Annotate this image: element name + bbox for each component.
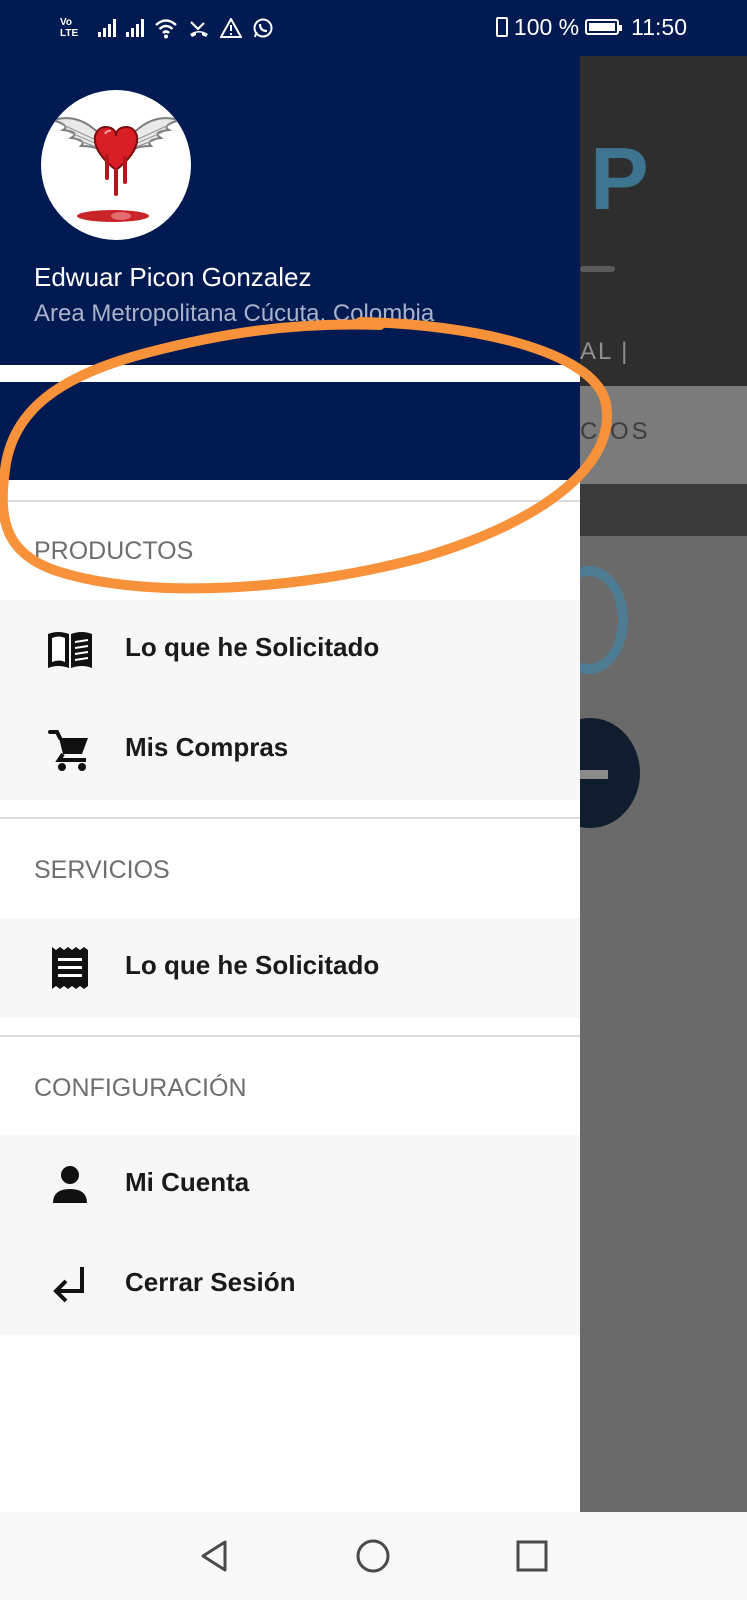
menu-item-label: Mis Compras bbox=[125, 732, 289, 762]
menu-item-productos-solicitado[interactable]: Lo que he Solicitado bbox=[0, 600, 580, 700]
wifi-icon bbox=[155, 19, 177, 39]
menu-item-cerrar-sesion[interactable]: Cerrar Sesión bbox=[0, 1235, 580, 1335]
shopping-cart-icon bbox=[48, 730, 88, 771]
back-triangle-icon[interactable] bbox=[193, 1534, 237, 1578]
warning-icon bbox=[220, 18, 242, 38]
divider bbox=[0, 817, 580, 819]
configuracion-group: Mi Cuenta Cerrar Sesión bbox=[0, 1135, 580, 1335]
book-open-icon bbox=[48, 632, 92, 668]
volte-indicator: Vo LTE bbox=[60, 17, 79, 39]
vibrate-icon bbox=[495, 17, 508, 37]
recents-square-icon[interactable] bbox=[510, 1534, 554, 1578]
menu-item-label: Lo que he Solicitado bbox=[125, 950, 380, 980]
home-circle-icon[interactable] bbox=[351, 1534, 395, 1578]
productos-group: Lo que he Solicitado Mis Compras bbox=[0, 600, 580, 800]
annotation-ellipse bbox=[0, 317, 612, 594]
clock: 11:50 bbox=[631, 13, 687, 40]
menu-item-mis-compras[interactable]: Mis Compras bbox=[0, 700, 580, 800]
signal-strength-2-icon bbox=[126, 19, 144, 37]
background-app-fab bbox=[580, 718, 640, 828]
menu-item-mi-cuenta[interactable]: Mi Cuenta bbox=[0, 1135, 580, 1235]
section-title-servicios: SERVICIOS bbox=[34, 856, 170, 884]
status-bar: Vo LTE 100 % 11:50 bbox=[0, 0, 747, 56]
menu-item-label: Mi Cuenta bbox=[125, 1167, 250, 1197]
battery-percent: 100 % bbox=[513, 13, 580, 40]
background-app-logo: P bbox=[590, 129, 649, 228]
section-title-configuracion: CONFIGURACIÓN bbox=[34, 1074, 247, 1102]
signal-strength-icon bbox=[98, 19, 116, 37]
winged-heart-avatar-icon bbox=[49, 117, 183, 222]
menu-item-label: Cerrar Sesión bbox=[125, 1267, 296, 1297]
system-navigation-bar bbox=[0, 1512, 747, 1600]
divider bbox=[0, 1035, 580, 1037]
receipt-icon bbox=[52, 947, 88, 989]
background-app-underline bbox=[580, 266, 615, 272]
avatar[interactable] bbox=[41, 90, 191, 240]
person-icon bbox=[53, 1166, 87, 1203]
servicios-group: Lo que he Solicitado bbox=[0, 918, 580, 1018]
logout-arrow-icon bbox=[53, 1267, 84, 1303]
navigation-drawer: Edwuar Picon Gonzalez Area Metropolitana… bbox=[0, 0, 580, 1512]
user-name: Edwuar Picon Gonzalez bbox=[34, 262, 312, 292]
background-app-scrim[interactable]: P AL | CIOS bbox=[580, 56, 747, 1512]
whatsapp-icon bbox=[253, 18, 273, 38]
menu-item-servicios-solicitado[interactable]: Lo que he Solicitado bbox=[0, 918, 580, 1018]
battery-icon bbox=[585, 19, 623, 35]
missed-call-icon bbox=[190, 21, 208, 37]
menu-item-label: Lo que he Solicitado bbox=[125, 632, 380, 662]
